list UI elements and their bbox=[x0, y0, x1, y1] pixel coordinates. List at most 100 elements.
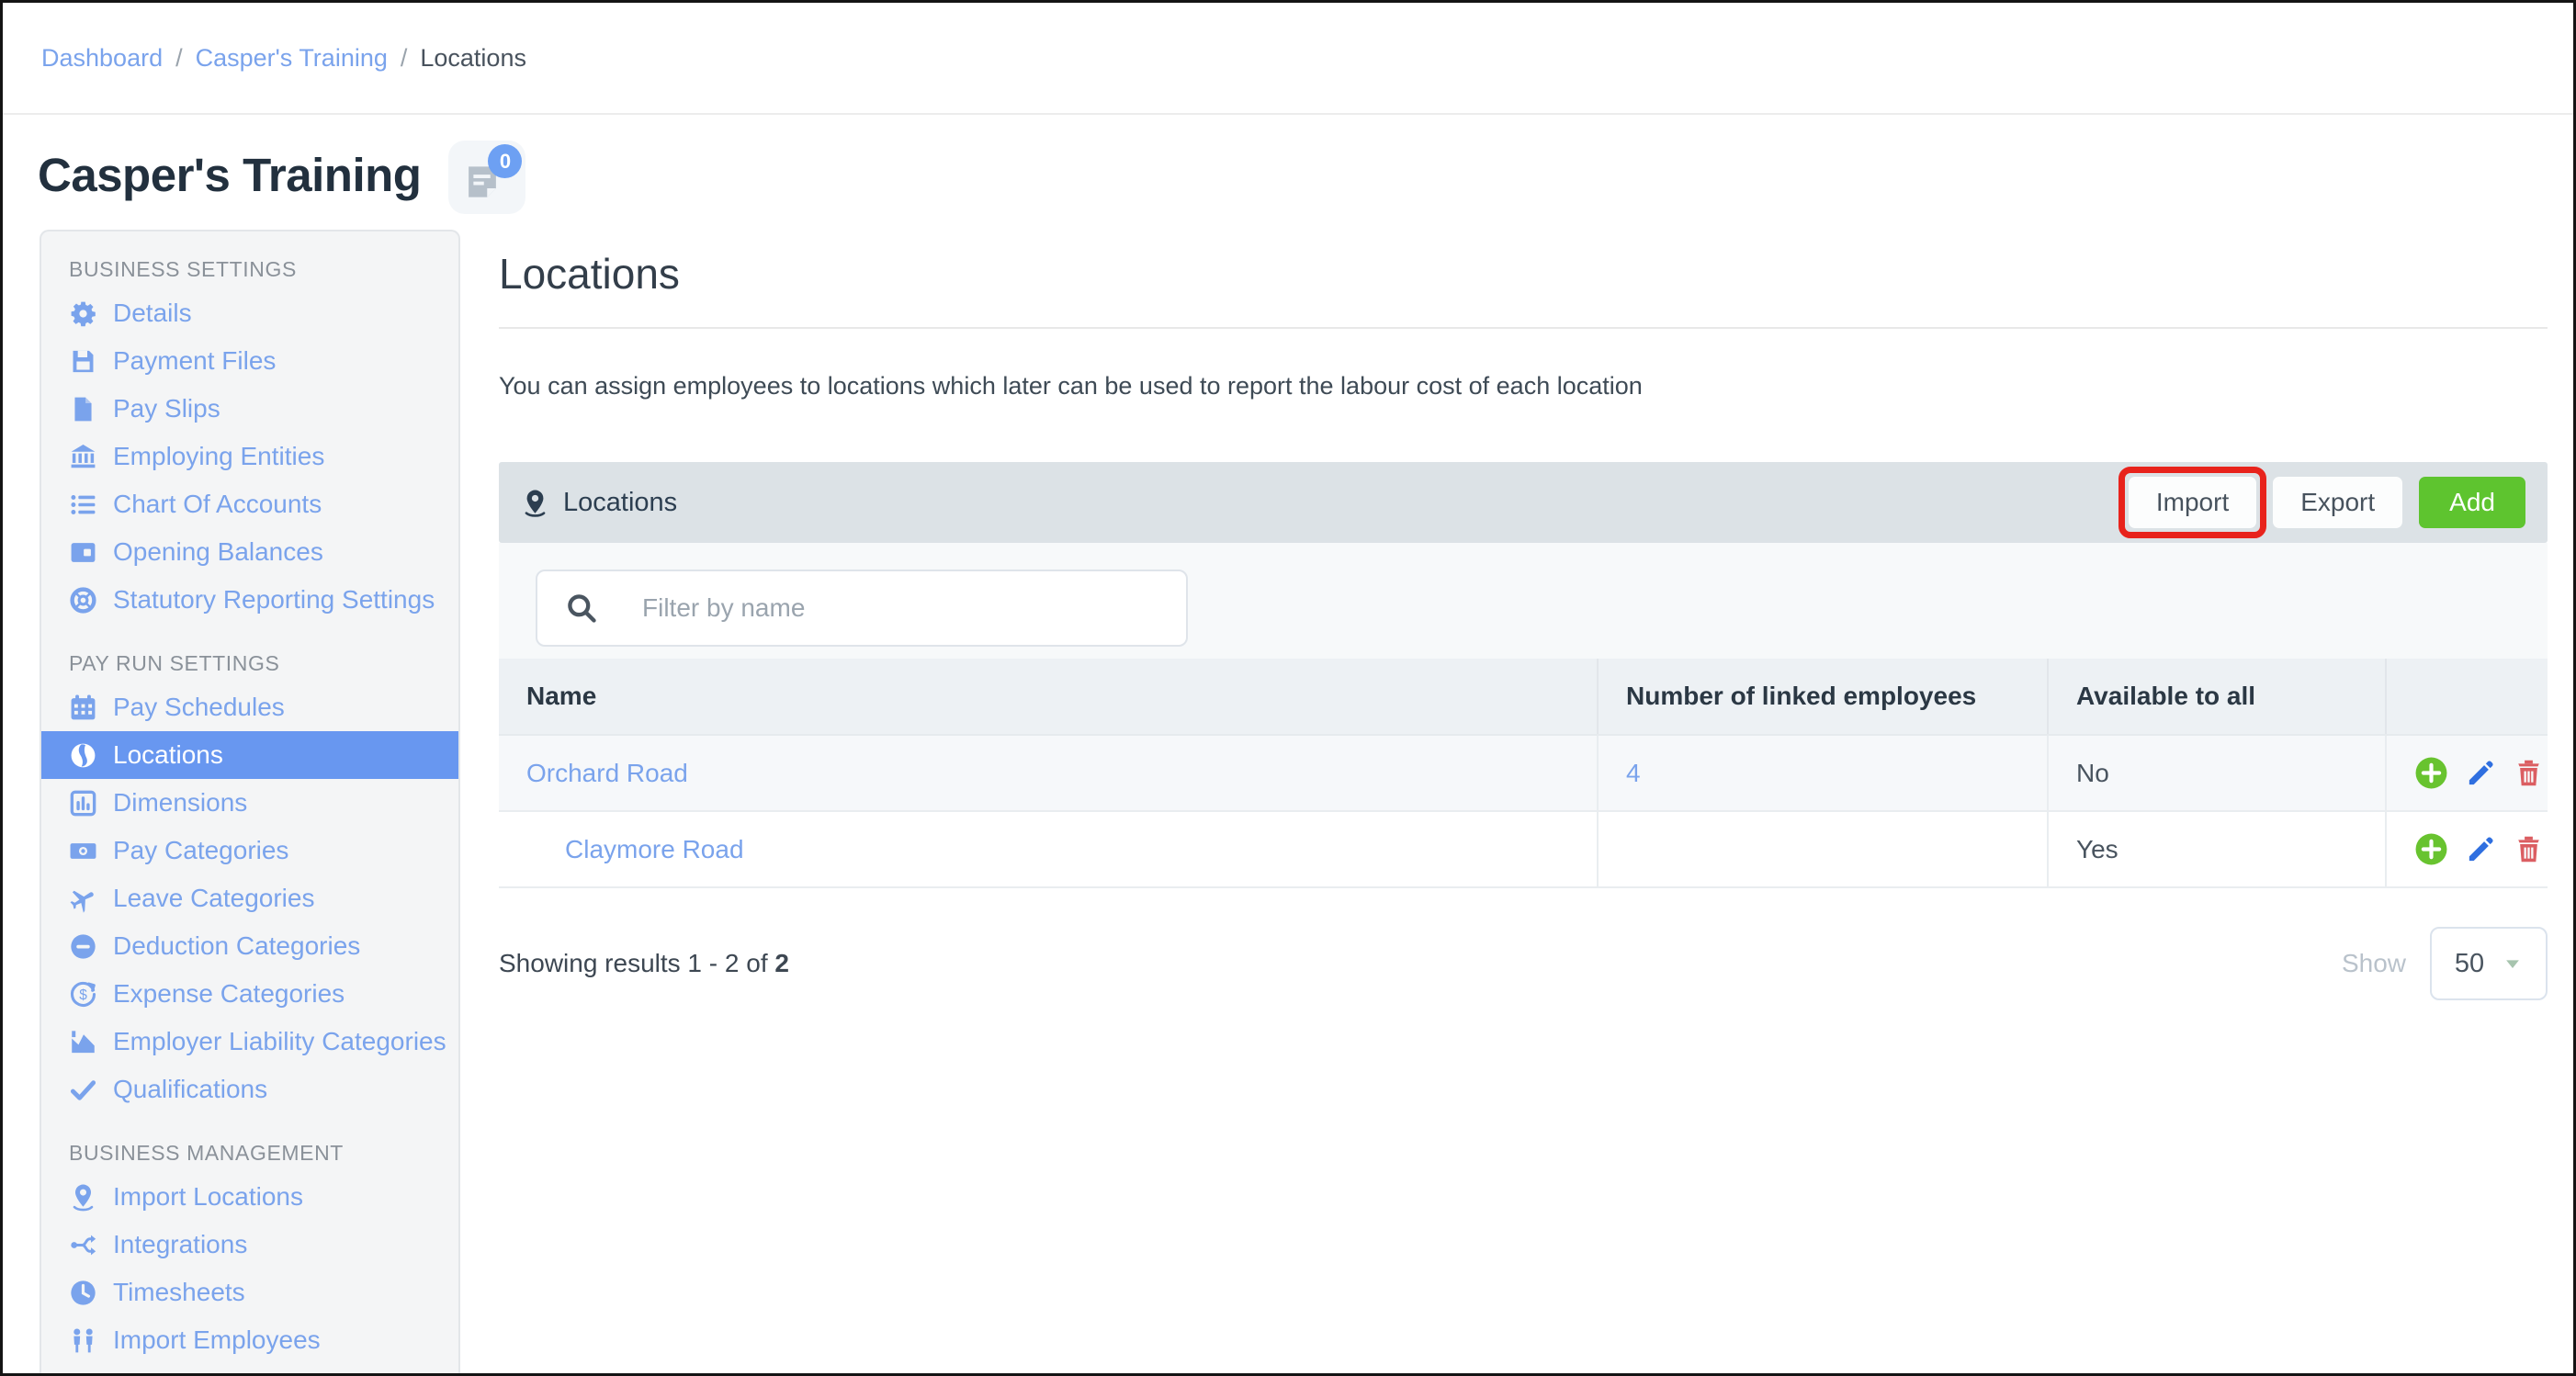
sidebar-item-label: Opening Balances bbox=[113, 537, 323, 567]
sidebar-section: BUSINESS SETTINGS Details Payment Files … bbox=[41, 257, 458, 624]
breadcrumb: Dashboard / Casper's Training / Location… bbox=[3, 3, 2573, 115]
caret-down-icon bbox=[2503, 953, 2523, 974]
sidebar-item-label: Employing Entities bbox=[113, 442, 324, 471]
calendar-icon bbox=[69, 694, 97, 722]
import-button-wrapper: Import bbox=[2129, 477, 2256, 528]
location-link[interactable]: Claymore Road bbox=[565, 835, 744, 863]
delete-icon[interactable] bbox=[2514, 758, 2544, 788]
filter-input-wrapper bbox=[536, 570, 1188, 647]
page-size-value: 50 bbox=[2455, 949, 2484, 979]
sidebar-item-dimensions[interactable]: Dimensions bbox=[41, 779, 458, 827]
sidebar-item-pay-categories[interactable]: Pay Categories bbox=[41, 827, 458, 874]
breadcrumb-business[interactable]: Casper's Training bbox=[196, 44, 388, 73]
map-pin-icon bbox=[521, 489, 549, 517]
sidebar-item-label: Details bbox=[113, 299, 192, 328]
panel-header: Locations Import Export Add bbox=[499, 462, 2548, 543]
sidebar-item-label: Qualifications bbox=[113, 1075, 267, 1104]
add-sublocation-icon[interactable] bbox=[2414, 756, 2448, 790]
filter-input[interactable] bbox=[640, 592, 1168, 624]
sidebar-sections: BUSINESS SETTINGS Details Payment Files … bbox=[41, 257, 458, 1364]
sidebar-item-locations[interactable]: Locations bbox=[41, 731, 458, 779]
section-description: You can assign employees to locations wh… bbox=[499, 371, 2548, 401]
people-icon bbox=[69, 1326, 97, 1355]
delete-icon[interactable] bbox=[2514, 834, 2544, 864]
edit-icon[interactable] bbox=[2466, 758, 2496, 788]
page-size-select[interactable]: 50 bbox=[2430, 927, 2548, 1000]
sidebar-item-label: Statutory Reporting Settings bbox=[113, 585, 435, 615]
sidebar-item-label: Pay Slips bbox=[113, 394, 220, 423]
breadcrumb-dashboard[interactable]: Dashboard bbox=[41, 44, 163, 73]
location-link[interactable]: Orchard Road bbox=[526, 759, 688, 787]
sidebar-section-items: Import Locations Integrations Timesheets… bbox=[41, 1173, 458, 1364]
sidebar-item-label: Payment Files bbox=[113, 346, 276, 376]
panel-title: Locations bbox=[563, 488, 677, 518]
table-row: Claymore Road Yes bbox=[499, 811, 2548, 887]
notes-badge: 0 bbox=[488, 144, 522, 178]
import-button[interactable]: Import bbox=[2129, 477, 2256, 528]
notes-button[interactable]: 0 bbox=[448, 141, 525, 214]
sidebar-item-timesheets[interactable]: Timesheets bbox=[41, 1269, 458, 1316]
map-pin-base-icon bbox=[69, 1183, 97, 1212]
main-content: Locations You can assign employees to lo… bbox=[499, 230, 2548, 1000]
sidebar-item-statutory-reporting-settings[interactable]: Statutory Reporting Settings bbox=[41, 576, 458, 624]
sidebar-item-payment-files[interactable]: Payment Files bbox=[41, 337, 458, 385]
search-icon bbox=[565, 592, 598, 625]
sidebar-item-label: Employer Liability Categories bbox=[113, 1027, 446, 1056]
page-header: Casper's Training 0 bbox=[38, 139, 525, 214]
sidebar-item-expense-categories[interactable]: $ Expense Categories bbox=[41, 970, 458, 1018]
results-summary: Showing results 1 - 2 of 2 bbox=[499, 949, 789, 978]
sidebar-item-import-locations[interactable]: Import Locations bbox=[41, 1173, 458, 1221]
globe-icon bbox=[69, 741, 97, 770]
sidebar-item-label: Timesheets bbox=[113, 1278, 245, 1307]
sidebar-item-label: Pay Categories bbox=[113, 836, 288, 865]
sidebar-section-title: BUSINESS MANAGEMENT bbox=[69, 1141, 458, 1166]
sidebar-item-import-employees[interactable]: Import Employees bbox=[41, 1316, 458, 1364]
sidebar-section-items: Pay Schedules Locations Dimensions Pay C… bbox=[41, 683, 458, 1113]
sidebar-item-opening-balances[interactable]: Opening Balances bbox=[41, 528, 458, 576]
sidebar-item-deduction-categories[interactable]: Deduction Categories bbox=[41, 922, 458, 970]
column-header-available-to-all: Available to all bbox=[2048, 659, 2386, 735]
sidebar: BUSINESS SETTINGS Details Payment Files … bbox=[40, 230, 460, 1376]
show-label: Show bbox=[2342, 949, 2406, 978]
sidebar-item-integrations[interactable]: Integrations bbox=[41, 1221, 458, 1269]
sidebar-item-pay-schedules[interactable]: Pay Schedules bbox=[41, 683, 458, 731]
breadcrumb-current: Locations bbox=[420, 44, 526, 73]
sidebar-section-items: Details Payment Files Pay Slips Employin… bbox=[41, 289, 458, 624]
floppy-icon bbox=[69, 347, 97, 376]
sidebar-section-title: PAY RUN SETTINGS bbox=[69, 651, 458, 676]
available-to-all-value: No bbox=[2076, 759, 2109, 787]
table-row: Orchard Road 4 No bbox=[499, 735, 2548, 811]
sidebar-section-title: BUSINESS SETTINGS bbox=[69, 257, 458, 282]
sidebar-item-employing-entities[interactable]: Employing Entities bbox=[41, 433, 458, 480]
linked-employees-link[interactable]: 4 bbox=[1626, 759, 1641, 787]
sidebar-section: BUSINESS MANAGEMENT Import Locations Int… bbox=[41, 1141, 458, 1364]
table-body: Orchard Road 4 No Claymore Road Yes bbox=[499, 735, 2548, 887]
add-button[interactable]: Add bbox=[2419, 477, 2525, 528]
gear-icon bbox=[69, 299, 97, 328]
sidebar-item-details[interactable]: Details bbox=[41, 289, 458, 337]
sidebar-item-pay-slips[interactable]: Pay Slips bbox=[41, 385, 458, 433]
sidebar-item-leave-categories[interactable]: Leave Categories bbox=[41, 874, 458, 922]
column-header-linked-employees: Number of linked employees bbox=[1598, 659, 2048, 735]
sidebar-item-label: Pay Schedules bbox=[113, 693, 285, 722]
export-button[interactable]: Export bbox=[2273, 477, 2402, 528]
sidebar-section: PAY RUN SETTINGS Pay Schedules Locations… bbox=[41, 651, 458, 1113]
add-sublocation-icon[interactable] bbox=[2414, 832, 2448, 866]
areachart-icon bbox=[69, 1028, 97, 1056]
results-text: Showing results 1 - 2 of bbox=[499, 949, 768, 977]
table-footer: Showing results 1 - 2 of 2 Show 50 bbox=[499, 927, 2548, 1000]
sidebar-item-label: Chart Of Accounts bbox=[113, 490, 322, 519]
sidebar-item-qualifications[interactable]: Qualifications bbox=[41, 1066, 458, 1113]
app-window: Dashboard / Casper's Training / Location… bbox=[0, 0, 2576, 1376]
page-size-control: Show 50 bbox=[2342, 927, 2548, 1000]
sidebar-item-label: Expense Categories bbox=[113, 979, 345, 1009]
sidebar-item-employer-liability-categories[interactable]: Employer Liability Categories bbox=[41, 1018, 458, 1066]
sidebar-item-chart-of-accounts[interactable]: Chart Of Accounts bbox=[41, 480, 458, 528]
locations-panel: Locations Import Export Add bbox=[499, 462, 2548, 888]
page-title: Casper's Training bbox=[38, 139, 421, 212]
results-total: 2 bbox=[774, 949, 789, 977]
sidebar-item-label: Leave Categories bbox=[113, 884, 314, 913]
file-icon bbox=[69, 395, 97, 423]
minus-circle-icon bbox=[69, 932, 97, 961]
edit-icon[interactable] bbox=[2466, 834, 2496, 864]
